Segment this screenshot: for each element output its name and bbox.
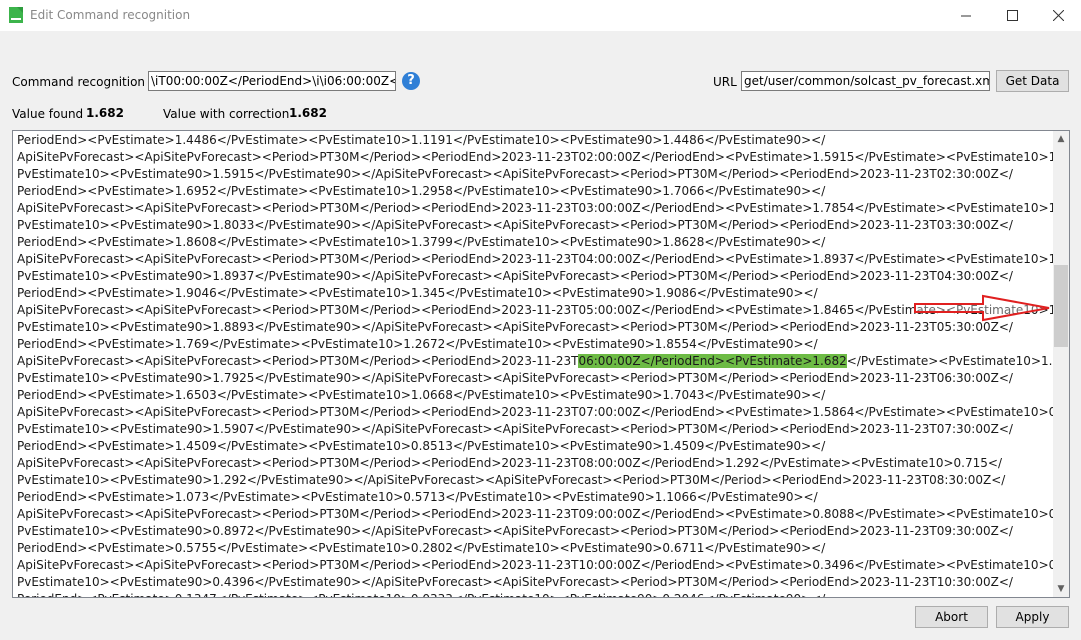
- minimize-icon: [960, 15, 971, 17]
- response-line: ApiSitePvForecast><ApiSitePvForecast><Pe…: [17, 252, 1070, 266]
- response-line: ApiSitePvForecast><ApiSitePvForecast><Pe…: [17, 303, 1070, 317]
- window-title: Edit Command recognition: [30, 8, 191, 22]
- url-label: URL: [713, 75, 737, 89]
- value-found-label: Value found: [12, 107, 84, 121]
- value-corrected: 1.682: [289, 106, 327, 120]
- response-line: PeriodEnd><PvEstimate>1.4486</PvEstimate…: [17, 133, 826, 147]
- command-recognition-input[interactable]: \iT00:00:00Z</PeriodEnd>\i\i06:00:00Z</P: [148, 71, 396, 91]
- response-line: PeriodEnd><PvEstimate>0.1347</PvEstimate…: [17, 591, 1047, 597]
- response-line: PeriodEnd><PvEstimate>1.9046</PvEstimate…: [17, 286, 818, 300]
- value-corrected-label: Value with correction: [163, 107, 290, 121]
- value-found: 1.682: [86, 106, 124, 120]
- abort-button[interactable]: Abort: [915, 606, 988, 628]
- maximize-button[interactable]: [989, 0, 1035, 31]
- response-line: ApiSitePvForecast><ApiSitePvForecast><Pe…: [17, 456, 1002, 470]
- close-button[interactable]: [1035, 0, 1081, 31]
- response-line: PeriodEnd><PvEstimate>1.769</PvEstimate>…: [17, 337, 818, 351]
- response-line: PeriodEnd><PvEstimate>1.6503</PvEstimate…: [17, 388, 826, 402]
- app-icon: [9, 7, 23, 23]
- response-line: ApiSitePvForecast><ApiSitePvForecast><Pe…: [17, 353, 1069, 370]
- close-icon: [1052, 10, 1064, 21]
- line-text-before: ApiSitePvForecast><ApiSitePvForecast><Pe…: [17, 354, 579, 368]
- maximize-icon: [1006, 10, 1018, 21]
- response-line: PvEstimate10><PvEstimate90>0.4396</PvEst…: [17, 575, 1013, 589]
- response-line: PeriodEnd><PvEstimate>1.6952</PvEstimate…: [17, 184, 826, 198]
- response-line: PeriodEnd><PvEstimate>1.073</PvEstimate>…: [17, 490, 818, 504]
- help-icon[interactable]: ?: [402, 72, 420, 90]
- response-line: PvEstimate10><PvEstimate90>1.8893</PvEst…: [17, 320, 1013, 334]
- response-line: PeriodEnd><PvEstimate>1.8608</PvEstimate…: [17, 235, 826, 249]
- red-arrow-right-icon: [914, 294, 1050, 322]
- response-line: PvEstimate10><PvEstimate90>1.5907</PvEst…: [17, 422, 1013, 436]
- url-input[interactable]: get/user/common/solcast_pv_forecast.xml: [741, 71, 990, 91]
- response-line: PeriodEnd><PvEstimate>0.5755</PvEstimate…: [17, 541, 826, 555]
- vertical-scrollbar[interactable]: ▲ ▼: [1053, 131, 1069, 597]
- response-line: ApiSitePvForecast><ApiSitePvForecast><Pe…: [17, 558, 1070, 572]
- title-bar: Edit Command recognition: [0, 0, 1081, 31]
- response-line: ApiSitePvForecast><ApiSitePvForecast><Pe…: [17, 507, 1070, 521]
- line-text-after: </PvEstimate><PvEstimate10>1.1744</: [846, 354, 1069, 368]
- apply-button[interactable]: Apply: [996, 606, 1069, 628]
- response-line: PvEstimate10><PvEstimate90>1.8937</PvEst…: [17, 269, 1013, 283]
- match-highlight: 06:00:00Z</PeriodEnd><PvEstimate>1.682: [578, 354, 847, 368]
- scroll-down-icon[interactable]: ▼: [1053, 581, 1069, 597]
- response-line: PvEstimate10><PvEstimate90>1.292</PvEsti…: [17, 473, 1006, 487]
- response-line: PvEstimate10><PvEstimate90>1.7925</PvEst…: [17, 371, 1013, 385]
- get-data-button[interactable]: Get Data: [996, 70, 1069, 92]
- response-lines: PeriodEnd><PvEstimate>1.4486</PvEstimate…: [17, 132, 1070, 597]
- response-line: PvEstimate10><PvEstimate90>1.8033</PvEst…: [17, 218, 1013, 232]
- scroll-up-icon[interactable]: ▲: [1053, 131, 1069, 147]
- minimize-button[interactable]: [943, 0, 989, 31]
- response-line: PvEstimate10><PvEstimate90>1.5915</PvEst…: [17, 167, 1013, 181]
- response-line: PeriodEnd><PvEstimate>1.4509</PvEstimate…: [17, 439, 826, 453]
- response-line: ApiSitePvForecast><ApiSitePvForecast><Pe…: [17, 405, 1070, 419]
- response-textarea[interactable]: PeriodEnd><PvEstimate>1.4486</PvEstimate…: [12, 130, 1070, 598]
- response-line: ApiSitePvForecast><ApiSitePvForecast><Pe…: [17, 201, 1070, 215]
- response-line: PvEstimate10><PvEstimate90>0.8972</PvEst…: [17, 524, 1013, 538]
- response-line: ApiSitePvForecast><ApiSitePvForecast><Pe…: [17, 150, 1070, 164]
- command-recognition-label: Command recognition: [12, 75, 146, 89]
- scrollbar-thumb[interactable]: [1054, 265, 1068, 347]
